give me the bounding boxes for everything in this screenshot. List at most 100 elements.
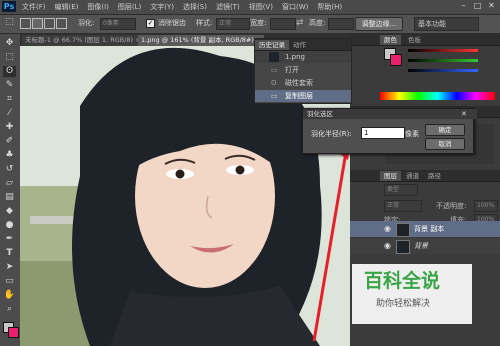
dialog-title: 羽化选区 — [303, 109, 477, 119]
new-selection-icon[interactable] — [20, 18, 31, 29]
lasso-tool-icon[interactable]: ʘ — [3, 66, 16, 77]
marquee-tool-icon[interactable]: ⬚ — [3, 17, 16, 28]
history-step-icon: ʘ — [271, 79, 277, 87]
blue-slider[interactable] — [408, 69, 478, 72]
layer-kind-filter[interactable]: 类型 — [384, 184, 418, 196]
snapshot-thumbnail — [269, 52, 279, 62]
clone-stamp-icon[interactable]: ♣ — [3, 150, 16, 161]
antialias-label: 消除锯齿 — [158, 19, 186, 27]
eraser-tool-icon[interactable]: ▱ — [3, 178, 16, 189]
feather-unit-label: 像素 — [405, 130, 419, 138]
zoom-tool-icon[interactable]: ⌕ — [3, 304, 16, 315]
blend-mode-select[interactable]: 正常 — [384, 200, 422, 212]
tab-paths[interactable]: 路径 — [424, 171, 445, 181]
history-step-icon: ▭ — [271, 66, 278, 74]
tab-layers[interactable]: 图层 — [380, 171, 401, 181]
marquee-icon[interactable]: ⬚ — [3, 52, 16, 63]
menu-select[interactable]: 选择(S) — [183, 0, 207, 14]
history-item[interactable]: ▭ 复制图层 — [255, 90, 351, 102]
shape-tool-icon[interactable]: ▭ — [3, 276, 16, 287]
feather-input[interactable]: 0像素 — [100, 18, 136, 30]
crop-tool-icon[interactable]: ⌗ — [3, 94, 16, 105]
layer-row-background-copy[interactable]: ◉ 背景 副本 — [350, 221, 500, 237]
tab-swatches[interactable]: 色板 — [404, 35, 425, 45]
history-item-label: 复制图层 — [285, 92, 313, 100]
tab-actions[interactable]: 动作 — [289, 40, 310, 50]
tab-1png[interactable]: 1.png @ 161% (背景 副本, RGB/8#) × — [138, 35, 265, 46]
visibility-eye-icon[interactable]: ◉ — [384, 238, 391, 254]
menu-image[interactable]: 图像(I) — [87, 0, 109, 14]
dodge-tool-icon[interactable]: ● — [3, 220, 16, 231]
feather-radius-input[interactable]: 1 — [361, 127, 405, 139]
red-slider[interactable] — [408, 49, 478, 52]
history-panel-tabs: 历史记录 动作 — [255, 39, 351, 51]
eyedropper-icon[interactable]: ⁄ — [3, 108, 16, 119]
menu-bar: Ps 文件(F) 编辑(E) 图像(I) 图层(L) 文字(Y) 选择(S) 滤… — [0, 0, 500, 15]
style-select[interactable]: 正常 — [216, 18, 250, 30]
history-snapshot[interactable]: 1.png — [255, 51, 351, 63]
brush-tool-icon[interactable]: ✐ — [3, 136, 16, 147]
history-step-icon: ▭ — [271, 92, 278, 100]
layer-name: 背景 副本 — [414, 225, 445, 233]
history-item[interactable]: ʘ 磁性套索 — [255, 77, 351, 89]
cancel-button[interactable]: 取消 — [425, 138, 465, 150]
history-item[interactable]: ▭ 打开 — [255, 64, 351, 76]
menu-filter[interactable]: 滤镜(T) — [216, 0, 240, 14]
tab-color[interactable]: 颜色 — [380, 35, 401, 45]
tools-panel: ✥ ⬚ ʘ ✎ ⌗ ⁄ ✚ ✐ ♣ ↺ ▱ ▤ ◆ ● ✒ T ➤ ▭ ✋ ⌕ — [0, 34, 21, 346]
tab-untitled[interactable]: 未标题-1 @ 66.7% (图层 1, RGB/8) × — [22, 35, 144, 46]
style-label: 样式: — [196, 19, 213, 27]
ok-button[interactable]: 确定 — [425, 124, 465, 136]
menu-window[interactable]: 窗口(W) — [282, 0, 308, 14]
width-input[interactable] — [270, 18, 296, 30]
menu-file[interactable]: 文件(F) — [22, 0, 46, 14]
history-item-label: 打开 — [285, 66, 299, 74]
add-selection-icon[interactable] — [32, 18, 43, 29]
history-brush-icon[interactable]: ↺ — [3, 164, 16, 175]
intersect-selection-icon[interactable] — [56, 18, 67, 29]
maximize-button[interactable]: □ — [471, 0, 484, 12]
workspace-select[interactable]: 基本功能 — [414, 17, 479, 31]
menu-view[interactable]: 视图(V) — [249, 0, 273, 14]
opacity-input[interactable]: 100% — [474, 200, 498, 212]
hand-tool-icon[interactable]: ✋ — [3, 290, 16, 301]
quick-select-icon[interactable]: ✎ — [3, 80, 16, 91]
menu-edit[interactable]: 编辑(E) — [55, 0, 79, 14]
move-tool-icon[interactable]: ✥ — [3, 38, 16, 49]
visibility-eye-icon[interactable]: ◉ — [384, 221, 391, 237]
bg-color-chip[interactable] — [390, 54, 402, 66]
options-bar: ⬚ 羽化: 0像素 ✓ 消除锯齿 样式: 正常 宽度: ⇄ 高度: 调整边缘..… — [0, 15, 500, 34]
snapshot-name: 1.png — [285, 53, 306, 61]
annotation-arrow — [312, 146, 350, 342]
height-label: 高度: — [309, 19, 326, 27]
subtract-selection-icon[interactable] — [44, 18, 55, 29]
layer-row-background[interactable]: ◉ 背景 — [350, 238, 500, 254]
gradient-tool-icon[interactable]: ▤ — [3, 192, 16, 203]
dialog-close-icon[interactable]: ✕ — [461, 109, 467, 119]
minimize-button[interactable]: – — [457, 0, 470, 12]
menu-help[interactable]: 帮助(H) — [317, 0, 342, 14]
layer-name: 背景 — [414, 242, 428, 250]
swap-icon[interactable]: ⇄ — [296, 18, 304, 28]
close-button[interactable]: ✕ — [485, 0, 498, 12]
menu-type[interactable]: 文字(Y) — [150, 0, 174, 14]
refine-edge-button[interactable]: 调整边缘... — [355, 17, 403, 31]
watermark-subtitle: 助你轻松解决 — [376, 299, 431, 309]
tab-history[interactable]: 历史记录 — [255, 40, 289, 50]
layer-thumbnail — [396, 240, 410, 254]
height-input[interactable] — [328, 18, 354, 30]
type-tool-icon[interactable]: T — [3, 248, 16, 259]
watermark-badge: 百科全说 助你轻松解决 — [352, 264, 472, 324]
healing-brush-icon[interactable]: ✚ — [3, 122, 16, 133]
antialias-checkbox[interactable]: ✓ — [146, 19, 155, 28]
feather-selection-dialog: 羽化选区 ✕ 羽化半径(R): 1 像素 确定 取消 — [302, 108, 477, 154]
color-spectrum[interactable] — [380, 92, 495, 100]
layer-thumbnail — [396, 223, 410, 237]
tab-channels[interactable]: 通道 — [402, 171, 423, 181]
menu-layer[interactable]: 图层(L) — [118, 0, 141, 14]
blur-tool-icon[interactable]: ◆ — [3, 206, 16, 217]
background-color-swatch[interactable] — [8, 327, 19, 338]
green-slider[interactable] — [408, 59, 478, 62]
pen-tool-icon[interactable]: ✒ — [3, 234, 16, 245]
path-select-icon[interactable]: ➤ — [3, 262, 16, 273]
